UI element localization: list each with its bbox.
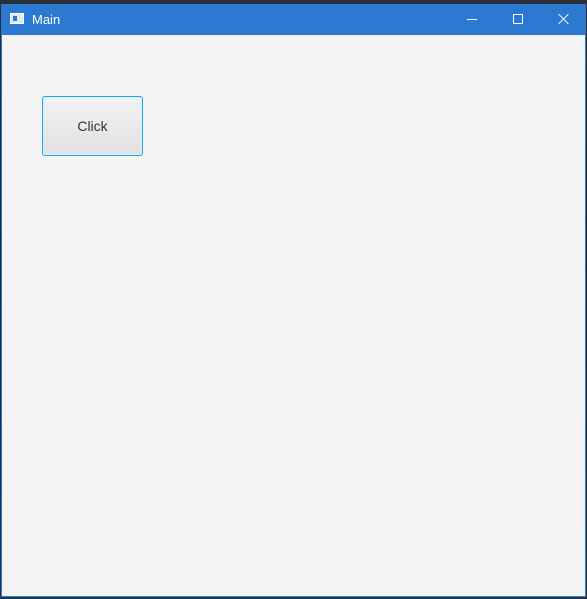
minimize-button[interactable] <box>449 5 495 35</box>
close-button[interactable] <box>541 5 585 35</box>
window-title: Main <box>32 12 61 27</box>
maximize-icon <box>513 14 523 24</box>
click-button[interactable]: Click <box>42 96 143 156</box>
maximize-button[interactable] <box>495 5 541 35</box>
main-window: Main Click <box>1 4 586 597</box>
close-icon <box>558 13 570 25</box>
minimize-icon <box>467 19 477 20</box>
window-content: Click <box>2 35 585 596</box>
title-bar[interactable]: Main <box>2 5 585 35</box>
app-window-icon <box>10 13 24 24</box>
